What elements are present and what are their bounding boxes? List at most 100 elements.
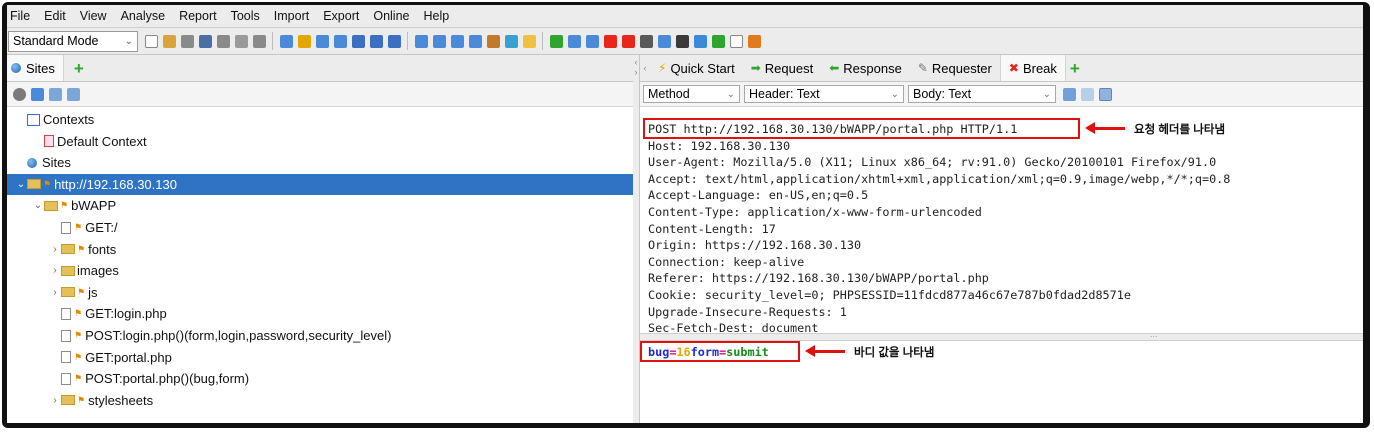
expand-closed-icon[interactable]: › — [49, 287, 61, 298]
tab-request[interactable]: ➡ Request — [743, 55, 821, 81]
tree-node[interactable]: Contexts — [7, 109, 633, 130]
toolbar-icon-33[interactable] — [711, 34, 725, 48]
toolbar-icon-28[interactable] — [621, 34, 635, 48]
toolbar-icon-6[interactable] — [252, 34, 266, 48]
tab-break[interactable]: ✖ Break — [999, 55, 1066, 81]
toolbar-icon-17[interactable] — [432, 34, 446, 48]
toolbar-icon-32[interactable] — [693, 34, 707, 48]
toolbar-icon-30[interactable] — [657, 34, 671, 48]
export-context-icon[interactable] — [66, 87, 80, 101]
toolbar-icon-12[interactable] — [351, 34, 365, 48]
toolbar-icon-22[interactable] — [522, 34, 536, 48]
toolbar-icon-5[interactable] — [234, 34, 248, 48]
tree-node-label: Contexts — [43, 112, 95, 127]
scope-toggle-icon[interactable] — [12, 87, 26, 101]
toolbar-icon-35[interactable] — [747, 34, 761, 48]
toolbar-icon-16[interactable] — [414, 34, 428, 48]
expand-closed-icon[interactable]: › — [49, 395, 61, 406]
expand-open-icon[interactable]: ⌄ — [15, 179, 27, 190]
toolbar-icon-2[interactable] — [180, 34, 194, 48]
add-tab-icon[interactable]: + — [1070, 60, 1080, 77]
add-tab-icon[interactable]: + — [74, 60, 84, 77]
request-header-line: Content-Length: 17 — [648, 221, 776, 236]
toolbar-icon-14[interactable] — [387, 34, 401, 48]
menu-help[interactable]: Help — [417, 9, 457, 23]
split-horizontal-icon[interactable] — [1080, 87, 1094, 101]
tree-node[interactable]: ⌄ ⚑ http://192.168.30.130 — [7, 173, 633, 195]
tree-node[interactable]: › images — [7, 260, 633, 281]
menu-analyse[interactable]: Analyse — [114, 9, 172, 23]
toolbar-icon-25[interactable] — [567, 34, 581, 48]
tree-node[interactable]: › ⚑ js — [7, 282, 633, 303]
flag-icon: ⚑ — [74, 222, 83, 232]
menu-view[interactable]: View — [73, 9, 114, 23]
toolbar-icon-18[interactable] — [450, 34, 464, 48]
tabs-view-icon[interactable] — [1098, 87, 1112, 101]
menu-report[interactable]: Report — [172, 9, 224, 23]
toolbar-icon-27[interactable] — [603, 34, 617, 48]
toolbar-icon-1[interactable] — [162, 34, 176, 48]
toolbar-icon-19[interactable] — [468, 34, 482, 48]
tree-node[interactable]: › ⚑ fonts — [7, 239, 633, 260]
vertical-splitter[interactable]: ‹ › — [633, 55, 640, 423]
chevron-down-icon: ⌄ — [890, 88, 899, 100]
menu-tools[interactable]: Tools — [224, 9, 267, 23]
toolbar-icon-31[interactable] — [675, 34, 689, 48]
expand-open-icon[interactable]: ⌄ — [32, 200, 44, 211]
menu-export[interactable]: Export — [316, 9, 366, 23]
tab-label: Request — [764, 60, 814, 76]
tree-node[interactable]: Sites — [7, 152, 633, 173]
split-vertical-icon[interactable] — [1062, 87, 1076, 101]
tab-sites[interactable]: Sites — [7, 55, 64, 81]
mode-select[interactable]: Standard Mode ⌄ — [8, 30, 138, 52]
method-select[interactable]: Method ⌄ — [643, 85, 740, 103]
menu-import[interactable]: Import — [267, 9, 316, 23]
toolbar-icon-26[interactable] — [585, 34, 599, 48]
header-view-select[interactable]: Header: Text ⌄ — [744, 85, 904, 103]
new-context-icon[interactable] — [30, 87, 44, 101]
toolbar-icon-8[interactable] — [279, 34, 293, 48]
request-header-line: Accept-Language: en-US,en;q=0.5 — [648, 188, 869, 203]
body-highlight-box — [640, 341, 800, 362]
requester-icon: ✎ — [917, 61, 928, 75]
menu-online[interactable]: Online — [366, 9, 416, 23]
toolbar-icon-9[interactable] — [297, 34, 311, 48]
tree-node[interactable]: ⚑ POST:login.php()(form,login,password,se… — [7, 325, 633, 346]
tree-node[interactable]: ⚑ POST:portal.php()(bug,form) — [7, 368, 633, 389]
panel-scroll-icon[interactable]: ‹ — [640, 63, 650, 73]
expand-closed-icon[interactable]: › — [49, 265, 61, 276]
toolbar-icon-10[interactable] — [315, 34, 329, 48]
toolbar-icon-3[interactable] — [198, 34, 212, 48]
sites-toolbar — [7, 82, 633, 107]
tree-node[interactable]: Default Context — [7, 131, 633, 152]
toolbar-icon-34[interactable] — [729, 34, 743, 48]
request-header-line: Cookie: security_level=0; PHPSESSID=11fd… — [648, 287, 1131, 302]
toolbar-icon-0[interactable] — [144, 34, 158, 48]
toolbar-icon-24[interactable] — [549, 34, 563, 48]
tree-node[interactable]: ⚑ GET:portal.php — [7, 347, 633, 368]
tree-node[interactable]: › ⚑ stylesheets — [7, 390, 633, 411]
tab-quick-start[interactable]: ⚡ Quick Start — [650, 55, 743, 81]
tab-response[interactable]: ⬅ Response — [821, 55, 910, 81]
toolbar-icon-11[interactable] — [333, 34, 347, 48]
tab-requester[interactable]: ✎ Requester — [910, 55, 1000, 81]
tree-node[interactable]: ⌄ ⚑ bWAPP — [7, 195, 633, 216]
import-context-icon[interactable] — [48, 87, 62, 101]
tree-node[interactable]: ⚑ GET:login.php — [7, 303, 633, 324]
quick-start-icon: ⚡ — [658, 61, 667, 75]
request-header-text[interactable]: POST http://192.168.30.130/bWAPP/portal.… — [648, 121, 1230, 337]
toolbar-icon-20[interactable] — [486, 34, 500, 48]
tree-node-label: bWAPP — [71, 198, 117, 214]
document-icon — [61, 221, 71, 234]
menu-file[interactable]: File — [7, 9, 37, 23]
body-view-select[interactable]: Body: Text ⌄ — [908, 85, 1056, 103]
toolbar-icon-4[interactable] — [216, 34, 230, 48]
tab-label: Break — [1022, 60, 1057, 76]
menu-edit[interactable]: Edit — [37, 9, 73, 23]
toolbar-icon-21[interactable] — [504, 34, 518, 48]
expand-closed-icon[interactable]: › — [49, 244, 61, 255]
toolbar-icon-13[interactable] — [369, 34, 383, 48]
toolbar-icon-29[interactable] — [639, 34, 653, 48]
tree-node[interactable]: ⚑ GET:/ — [7, 217, 633, 238]
horizontal-splitter[interactable]: ... — [640, 329, 1363, 341]
